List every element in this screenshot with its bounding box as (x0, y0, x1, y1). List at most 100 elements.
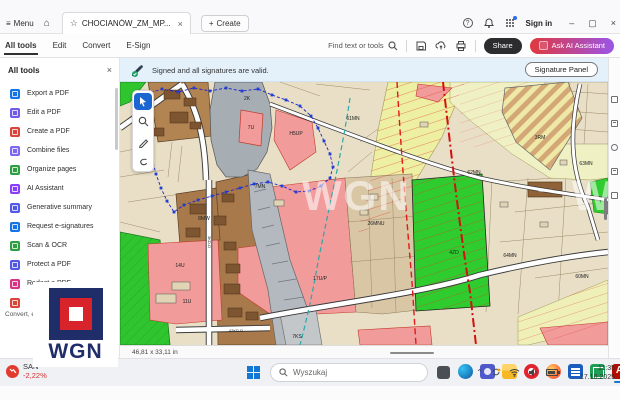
signature-panel-button[interactable]: Signature Panel (525, 62, 598, 77)
signature-tool-button[interactable] (134, 154, 152, 171)
boundary-vertex-marker[interactable] (257, 88, 260, 91)
close-tab-icon[interactable]: × (178, 19, 183, 29)
tool-icon (10, 241, 20, 251)
tab-esign[interactable]: E-Sign (125, 37, 151, 54)
sidebar-item-request-e-signatures[interactable]: Request e-signatures (0, 217, 118, 236)
map-label-3kd-d: 3KD-D (207, 236, 212, 248)
maximize-icon[interactable]: ▢ (588, 18, 597, 29)
boundary-vertex-marker[interactable] (160, 187, 163, 190)
panel-icon-comments[interactable] (611, 144, 618, 151)
map-label-2k: 2K (244, 96, 251, 102)
boundary-vertex-marker[interactable] (173, 211, 176, 214)
star-icon[interactable]: ☆ (70, 18, 78, 29)
tab-convert[interactable]: Convert (81, 37, 111, 54)
boundary-vertex-marker[interactable] (155, 173, 158, 176)
edge-icon[interactable] (458, 364, 473, 379)
boundary-vertex-marker[interactable] (239, 187, 242, 190)
save-icon[interactable] (415, 40, 427, 52)
menu-button[interactable]: ≡ Menu (6, 19, 34, 28)
zoning-map[interactable]: WGNWGN2K7UH5UP7MN61MN8MW14U11U26MNU17U/P… (120, 82, 608, 345)
sidebar-item-combine-files[interactable]: Combine files (0, 141, 118, 160)
tool-icon (10, 165, 20, 175)
sign-in-button[interactable]: Sign in (526, 19, 553, 28)
minimize-icon[interactable]: – (569, 18, 574, 29)
sidebar-item-ai-assistant[interactable]: AI Assistant (0, 179, 118, 198)
sync-icon[interactable] (491, 367, 501, 377)
help-icon[interactable]: ? (463, 18, 473, 28)
wifi-icon[interactable] (509, 368, 520, 377)
boundary-vertex-marker[interactable] (197, 199, 200, 202)
panel-icon-bookmarks[interactable] (611, 96, 618, 103)
chevron-up-icon[interactable]: ⌃ (476, 368, 483, 377)
ask-ai-assistant-button[interactable]: Ask AI Assistant (530, 38, 614, 54)
divider (406, 40, 407, 52)
sidebar-item-organize-pages[interactable]: Organize pages (0, 160, 118, 179)
boundary-vertex-marker[interactable] (267, 181, 270, 184)
annotate-pen-button[interactable] (134, 134, 152, 151)
boundary-vertex-marker[interactable] (285, 99, 288, 102)
tab-all-tools[interactable]: All tools (4, 37, 38, 54)
map-label-3rm: 3RM (535, 135, 546, 141)
map-label-11u: 11U (183, 299, 192, 305)
widgets-icon[interactable] (437, 366, 450, 379)
boundary-vertex-marker[interactable] (317, 127, 320, 130)
sidebar-item-create-a-pdf[interactable]: Create a PDF (0, 122, 118, 141)
boundary-vertex-marker[interactable] (299, 105, 302, 108)
pdf-page-view[interactable]: WGNWGN2K7UH5UP7MN61MN8MW14U11U26MNU17U/P… (120, 82, 608, 345)
create-button[interactable]: + Create (201, 15, 249, 32)
sidebar-item-export-a-pdf[interactable]: Export a PDF (0, 84, 118, 103)
taskbar-search[interactable]: Wyszukaj (270, 363, 428, 382)
close-window-icon[interactable]: × (611, 18, 616, 29)
start-button[interactable] (247, 366, 261, 380)
vertical-scrollbar[interactable] (604, 198, 607, 220)
tool-label: Export a PDF (27, 90, 69, 97)
boundary-vertex-marker[interactable] (211, 195, 214, 198)
horizontal-scrollbar[interactable] (390, 352, 434, 354)
tool-icon (10, 260, 20, 270)
document-tab[interactable]: ☆ CHOCIANÓW_ZM_MP... × (62, 12, 191, 34)
boundary-vertex-marker[interactable] (161, 88, 164, 91)
boundary-vertex-marker[interactable] (281, 185, 284, 188)
volume-icon[interactable] (528, 368, 538, 377)
signature-banner: Signed and all signatures are valid. Sig… (120, 58, 608, 82)
find-text-control[interactable]: Find text or tools (328, 41, 397, 51)
panel-icon-layers[interactable] (611, 192, 618, 199)
boundary-vertex-marker[interactable] (183, 204, 186, 207)
boundary-vertex-marker[interactable] (295, 191, 298, 194)
sidebar-item-edit-a-pdf[interactable]: Edit a PDF (0, 103, 118, 122)
panel-icon-attachments[interactable] (611, 120, 618, 127)
boundary-vertex-marker[interactable] (209, 90, 212, 93)
battery-icon[interactable] (546, 369, 558, 376)
apps-grid-icon[interactable] (505, 18, 515, 28)
home-icon[interactable]: ⌂ (44, 18, 50, 29)
select-tool-button[interactable] (134, 93, 152, 110)
panel-icon-signatures[interactable] (611, 168, 618, 175)
zoom-tool-button[interactable] (134, 113, 152, 130)
share-button[interactable]: Share (484, 38, 522, 54)
boundary-vertex-marker[interactable] (323, 140, 326, 143)
map-label-7mn: 7MN (255, 184, 266, 190)
boundary-vertex-marker[interactable] (177, 91, 180, 94)
print-icon[interactable] (455, 40, 467, 52)
sidebar-scrollbar[interactable] (115, 88, 118, 150)
boundary-vertex-marker[interactable] (225, 191, 228, 194)
boundary-vertex-marker[interactable] (241, 90, 244, 93)
boundary-vertex-marker[interactable] (225, 87, 228, 90)
cloud-upload-icon[interactable] (435, 40, 447, 52)
sidebar-item-generative-summary[interactable]: Generative summary (0, 198, 118, 217)
tool-icon (10, 89, 20, 99)
taskbar-clock[interactable]: 11:35 17.10.2025 (580, 364, 615, 382)
bell-icon[interactable] (484, 18, 494, 28)
tool-label: Scan & OCR (27, 242, 67, 249)
sidebar-item-protect-a-pdf[interactable]: Protect a PDF (0, 255, 118, 274)
sidebar-item-scan-ocr[interactable]: Scan & OCR (0, 236, 118, 255)
close-panel-icon[interactable]: × (107, 65, 112, 75)
boundary-vertex-marker[interactable] (193, 87, 196, 90)
map-label-h5up: H5UP (289, 131, 303, 137)
tab-edit[interactable]: Edit (52, 37, 68, 54)
boundary-vertex-marker[interactable] (166, 200, 169, 203)
boundary-vertex-marker[interactable] (332, 166, 335, 169)
boundary-vertex-marker[interactable] (271, 94, 274, 97)
boundary-vertex-marker[interactable] (310, 115, 313, 118)
boundary-vertex-marker[interactable] (329, 153, 332, 156)
